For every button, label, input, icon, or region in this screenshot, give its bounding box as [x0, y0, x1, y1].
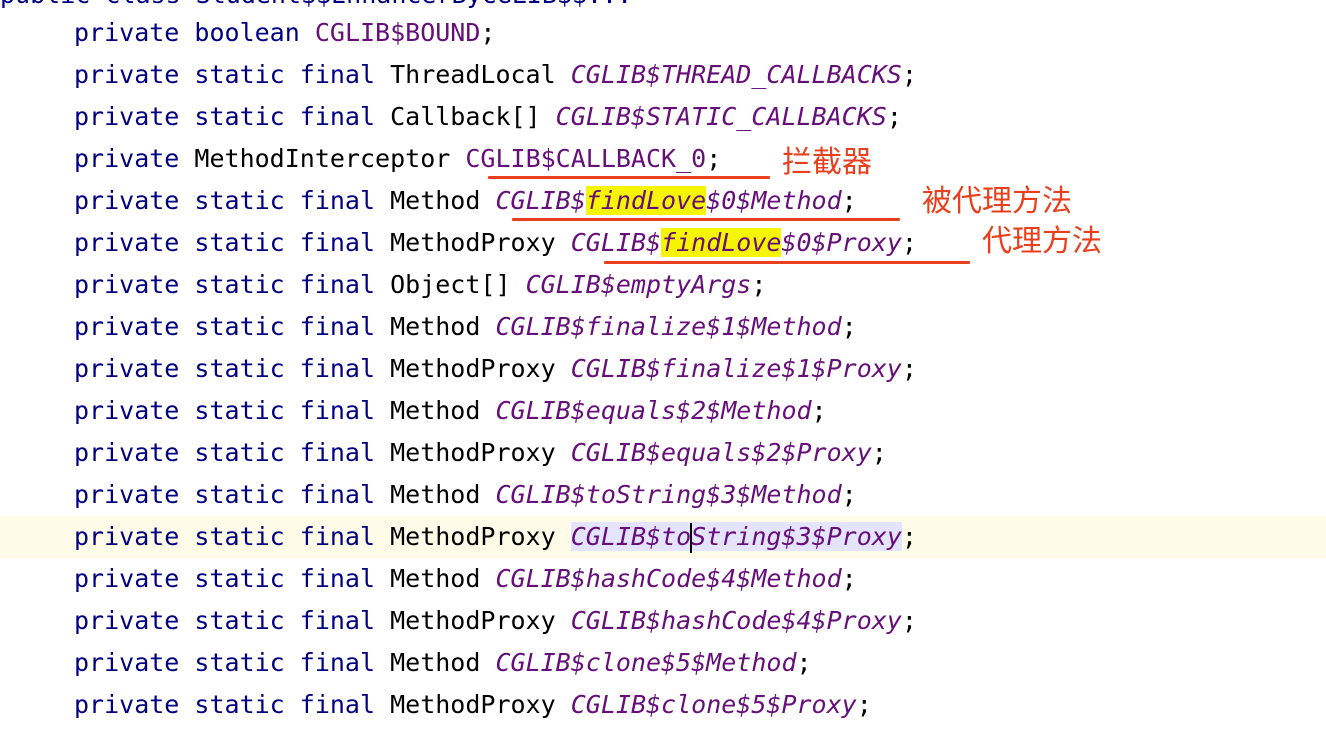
field-type: Callback[]: [390, 102, 541, 131]
field-name[interactable]: CGLIB$hashCode$4$Method: [495, 564, 841, 593]
semicolon: ;: [901, 228, 917, 257]
modifiers: private static final: [74, 270, 376, 299]
semicolon: ;: [901, 354, 917, 383]
field-type: Method: [390, 480, 481, 509]
field-name-suffix[interactable]: $0$Method: [706, 186, 841, 215]
field-type: MethodProxy: [390, 606, 556, 635]
modifiers: private static final: [74, 438, 376, 467]
modifiers: private static final: [74, 186, 376, 215]
semicolon: ;: [811, 396, 827, 425]
field-name-suffix[interactable]: String$3$Proxy: [691, 522, 902, 551]
field-type: ThreadLocal: [390, 60, 556, 89]
field-name[interactable]: CGLIB$BOUND: [315, 18, 481, 47]
field-name[interactable]: CGLIB$clone$5$Proxy: [571, 690, 857, 719]
code-line[interactable]: private static final MethodProxy CGLIB$e…: [0, 432, 1326, 474]
field-name-prefix[interactable]: CGLIB$: [571, 228, 661, 257]
proxy-method-note: 代理方法: [982, 224, 1102, 259]
interceptor-underline: [488, 176, 770, 179]
field-type: Method: [390, 186, 481, 215]
code-line[interactable]: private static final Method CGLIB$equals…: [0, 390, 1326, 432]
semicolon: ;: [901, 60, 917, 89]
modifiers: private static final: [74, 522, 376, 551]
field-type: Method: [390, 648, 481, 677]
field-name-suffix[interactable]: $0$Proxy: [781, 228, 901, 257]
field-type: MethodProxy: [390, 228, 556, 257]
proxied-method-note: 被代理方法: [922, 184, 1072, 219]
code-line[interactable]: private static final Method CGLIB$clone$…: [0, 642, 1326, 684]
code-line[interactable]: private static final ThreadLocal CGLIB$T…: [0, 54, 1326, 96]
modifiers: private static final: [74, 564, 376, 593]
code-line[interactable]: private boolean CGLIB$BOUND;: [0, 12, 1326, 54]
code-line[interactable]: private static final MethodProxy CGLIB$h…: [0, 600, 1326, 642]
modifiers: private static final: [74, 228, 376, 257]
field-type: Method: [390, 312, 481, 341]
field-name-prefix[interactable]: CGLIB$: [495, 186, 585, 215]
modifiers: private static final: [74, 690, 376, 719]
code-line[interactable]: private static final Object[] CGLIB$empt…: [0, 264, 1326, 306]
field-name[interactable]: CGLIB$hashCode$4$Proxy: [571, 606, 902, 635]
field-name[interactable]: CGLIB$equals$2$Proxy: [571, 438, 872, 467]
modifiers: private static final: [74, 60, 376, 89]
code-line[interactable]: private static final MethodProxy CGLIB$f…: [0, 222, 1326, 264]
code-line-current[interactable]: private static final MethodProxy CGLIB$t…: [0, 516, 1326, 558]
field-name[interactable]: CGLIB$emptyArgs: [526, 270, 752, 299]
code-line[interactable]: private static final Method CGLIB$findLo…: [0, 180, 1326, 222]
semicolon: ;: [841, 186, 857, 215]
modifiers: private static final: [74, 312, 376, 341]
search-highlight[interactable]: findLove: [661, 228, 782, 257]
field-name[interactable]: CGLIB$STATIC_CALLBACKS: [556, 102, 887, 131]
modifiers: private: [74, 18, 180, 47]
field-name[interactable]: CGLIB$clone$5$Method: [495, 648, 796, 677]
code-line[interactable]: private MethodInterceptor CGLIB$CALLBACK…: [0, 138, 1326, 180]
field-name[interactable]: CGLIB$equals$2$Method: [495, 396, 811, 425]
field-type: MethodProxy: [390, 438, 556, 467]
field-type: MethodProxy: [390, 354, 556, 383]
semicolon: ;: [901, 606, 917, 635]
field-type: MethodInterceptor: [194, 144, 451, 173]
semicolon: ;: [751, 270, 767, 299]
semicolon: ;: [901, 522, 917, 551]
proxy-method-underline: [604, 261, 970, 264]
proxied-method-underline: [512, 218, 900, 221]
field-type: MethodProxy: [390, 522, 556, 551]
code-line[interactable]: private static final Callback[] CGLIB$ST…: [0, 96, 1326, 138]
symbol-highlight[interactable]: CGLIB$toString$3$Proxy: [570, 522, 902, 553]
code-line[interactable]: private static final Method CGLIB$toStri…: [0, 474, 1326, 516]
semicolon: ;: [841, 480, 857, 509]
field-type: boolean: [194, 18, 300, 47]
modifiers: private static final: [74, 606, 376, 635]
modifiers: private static final: [74, 648, 376, 677]
field-name[interactable]: CGLIB$CALLBACK_0: [465, 144, 706, 173]
field-name[interactable]: CGLIB$THREAD_CALLBACKS: [571, 60, 902, 89]
code-editor[interactable]: public class Student$$EnhancerByCGLIB$$.…: [0, 0, 1326, 750]
code-line[interactable]: private static final Method CGLIB$hashCo…: [0, 558, 1326, 600]
field-name-prefix[interactable]: CGLIB$to: [571, 522, 691, 551]
modifiers: private static final: [74, 396, 376, 425]
modifiers: private static final: [74, 102, 376, 131]
semicolon: ;: [871, 438, 887, 467]
modifiers: private static final: [74, 480, 376, 509]
semicolon: ;: [856, 690, 872, 719]
semicolon: ;: [706, 144, 722, 173]
semicolon: ;: [886, 102, 902, 131]
code-line[interactable]: private static final MethodProxy CGLIB$c…: [0, 684, 1326, 726]
modifiers: private: [74, 144, 180, 173]
field-type: MethodProxy: [390, 690, 556, 719]
semicolon: ;: [480, 18, 496, 47]
code-line[interactable]: private static final MethodProxy CGLIB$f…: [0, 348, 1326, 390]
search-highlight[interactable]: findLove: [585, 186, 707, 215]
code-line[interactable]: private static final Method CGLIB$finali…: [0, 306, 1326, 348]
field-type: Method: [390, 396, 481, 425]
field-name[interactable]: CGLIB$finalize$1$Method: [495, 312, 841, 341]
modifiers: private static final: [74, 354, 376, 383]
semicolon: ;: [841, 312, 857, 341]
semicolon: ;: [841, 564, 857, 593]
interceptor-note: 拦截器: [782, 145, 872, 180]
field-type: Method: [390, 564, 481, 593]
semicolon: ;: [796, 648, 812, 677]
field-type: Object[]: [390, 270, 511, 299]
field-name[interactable]: CGLIB$finalize$1$Proxy: [571, 354, 902, 383]
field-name[interactable]: CGLIB$toString$3$Method: [495, 480, 841, 509]
